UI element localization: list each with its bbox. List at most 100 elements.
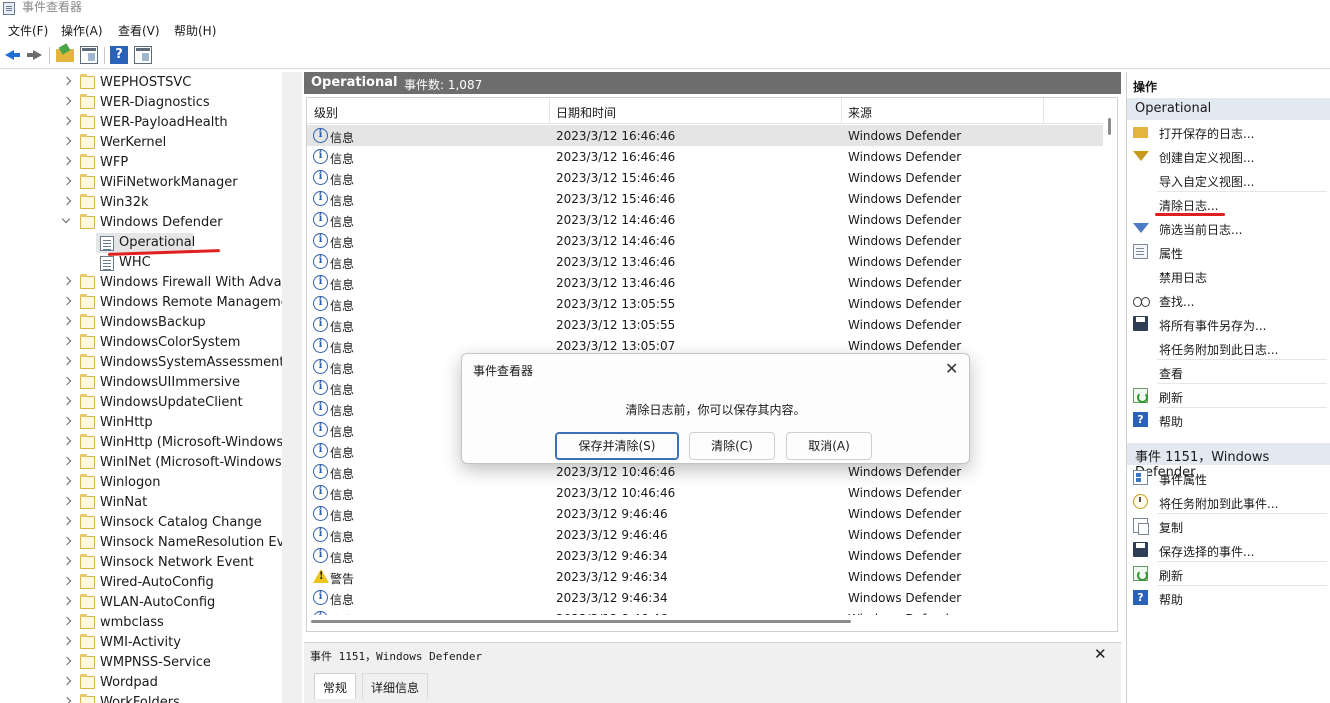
tree-item[interactable]: WerKernel: [0, 133, 282, 153]
column-divider[interactable]: [549, 98, 550, 124]
action-item[interactable]: 创建自定义视图...: [1127, 144, 1330, 168]
action-item[interactable]: 将任务附加到此事件...: [1127, 490, 1330, 514]
event-row[interactable]: i 信息 2023/3/12 13:05:55 Windows Defender: [307, 293, 1103, 314]
event-row[interactable]: 警告 2023/3/12 9:46:34 Windows Defender: [307, 566, 1103, 587]
event-row[interactable]: i 信息 2023/3/12 9:46:46 Windows Defender: [307, 524, 1103, 545]
event-row[interactable]: i 信息 2023/3/12 9:46:34 Windows Defender: [307, 545, 1103, 566]
tree-item[interactable]: Winlogon: [0, 473, 282, 493]
chevron-right-icon[interactable]: [62, 496, 72, 506]
chevron-right-icon[interactable]: [62, 536, 72, 546]
chevron-right-icon[interactable]: [62, 396, 72, 406]
tree-splitter[interactable]: [282, 72, 302, 703]
tree-item[interactable]: Win32k: [0, 193, 282, 213]
column-divider[interactable]: [841, 98, 842, 124]
clear-button[interactable]: 清除(C): [689, 432, 775, 460]
actions-section-log[interactable]: Operational: [1127, 98, 1330, 120]
chevron-right-icon[interactable]: [62, 656, 72, 666]
tree-item[interactable]: WEPHOSTSVC: [0, 73, 282, 93]
tree-item-whc[interactable]: WHC: [0, 253, 282, 273]
event-row[interactable]: i 信息 2023/3/12 10:46:46 Windows Defender: [307, 482, 1103, 503]
chevron-right-icon[interactable]: [62, 416, 72, 426]
chevron-right-icon[interactable]: [62, 436, 72, 446]
tree-item[interactable]: WindowsColorSystem: [0, 333, 282, 353]
action-item[interactable]: 复制: [1127, 514, 1330, 538]
tree-item[interactable]: Winsock NameResolution Even: [0, 533, 282, 553]
chevron-right-icon[interactable]: [62, 276, 72, 286]
action-item[interactable]: 将任务附加到此日志...: [1127, 336, 1330, 360]
action-item[interactable]: 将所有事件另存为...: [1127, 312, 1330, 336]
event-row[interactable]: i 信息 2023/3/12 15:46:46 Windows Defender: [307, 188, 1103, 209]
tab-details[interactable]: 详细信息: [362, 673, 429, 699]
action-item[interactable]: 导入自定义视图...: [1127, 168, 1330, 192]
help-icon[interactable]: ?: [110, 46, 128, 64]
tree-item[interactable]: WER-PayloadHealth: [0, 113, 282, 133]
back-arrow-icon[interactable]: [4, 46, 22, 64]
actions-section-event[interactable]: 事件 1151，Windows Defender: [1127, 443, 1330, 480]
action-item[interactable]: ? 帮助: [1127, 408, 1330, 432]
event-row[interactable]: i 信息 2023/3/12 9:46:46 Windows Defender: [307, 503, 1103, 524]
chevron-right-icon[interactable]: [62, 296, 72, 306]
chevron-right-icon[interactable]: [62, 376, 72, 386]
chevron-right-icon[interactable]: [62, 316, 72, 326]
chevron-right-icon[interactable]: [62, 156, 72, 166]
chevron-right-icon[interactable]: [62, 76, 72, 86]
column-header-level[interactable]: 级别: [314, 104, 338, 121]
column-divider[interactable]: [1043, 98, 1044, 124]
chevron-right-icon[interactable]: [62, 516, 72, 526]
tree-item[interactable]: Winsock Network Event: [0, 553, 282, 573]
tree-item[interactable]: WFP: [0, 153, 282, 173]
chevron-right-icon[interactable]: [62, 356, 72, 366]
event-row[interactable]: i 信息 2023/3/12 16:46:46 Windows Defender: [307, 125, 1103, 146]
tree-item[interactable]: WinINet (Microsoft-Windows-W: [0, 453, 282, 473]
up-folder-icon[interactable]: [56, 49, 74, 62]
action-item[interactable]: 查找...: [1127, 288, 1330, 312]
tree-item[interactable]: wmbclass: [0, 613, 282, 633]
tree-item[interactable]: Windows Remote Management: [0, 293, 282, 313]
horizontal-scrollbar[interactable]: [307, 615, 1103, 629]
action-item[interactable]: 打开保存的日志...: [1127, 120, 1330, 144]
show-hide-action-pane-icon[interactable]: [134, 46, 152, 64]
action-item[interactable]: 筛选当前日志...: [1127, 216, 1330, 240]
chevron-right-icon[interactable]: [62, 556, 72, 566]
scrollbar-thumb[interactable]: [311, 620, 851, 623]
tree-item[interactable]: WinHttp (Microsoft-Windows-W: [0, 433, 282, 453]
tree-item[interactable]: Wordpad: [0, 673, 282, 693]
event-row[interactable]: i 信息 2023/3/12 13:05:55 Windows Defender: [307, 314, 1103, 335]
cancel-button[interactable]: 取消(A): [786, 432, 872, 460]
action-item[interactable]: 保存选择的事件...: [1127, 538, 1330, 562]
tree-item[interactable]: WMPNSS-Service: [0, 653, 282, 673]
chevron-right-icon[interactable]: [62, 136, 72, 146]
event-row[interactable]: i 信息 2023/3/12 13:46:46 Windows Defender: [307, 272, 1103, 293]
action-item[interactable]: ? 帮助: [1127, 586, 1330, 610]
show-hide-tree-icon[interactable]: [80, 46, 98, 64]
action-item[interactable]: 禁用日志: [1127, 264, 1330, 288]
chevron-down-icon[interactable]: [61, 214, 71, 224]
tree-item-operational[interactable]: Operational: [0, 233, 282, 253]
tab-general[interactable]: 常规: [314, 673, 357, 699]
vertical-scrollbar[interactable]: [1103, 98, 1117, 631]
tree-item[interactable]: Wired-AutoConfig: [0, 573, 282, 593]
tree-item[interactable]: WindowsUIImmersive: [0, 373, 282, 393]
chevron-right-icon[interactable]: [62, 456, 72, 466]
action-item[interactable]: 事件属性: [1127, 466, 1330, 490]
chevron-right-icon[interactable]: [62, 636, 72, 646]
action-item[interactable]: 刷新: [1127, 384, 1330, 408]
chevron-right-icon[interactable]: [62, 476, 72, 486]
event-row[interactable]: i 信息 2023/3/12 9:46:34 Windows Defender: [307, 587, 1103, 608]
event-row[interactable]: i 信息 2023/3/12 16:46:46 Windows Defender: [307, 146, 1103, 167]
save-and-clear-button[interactable]: 保存并清除(S): [555, 432, 679, 460]
chevron-right-icon[interactable]: [62, 116, 72, 126]
tree-item[interactable]: WindowsSystemAssessmentToo: [0, 353, 282, 373]
close-icon[interactable]: ✕: [945, 359, 958, 378]
chevron-right-icon[interactable]: [62, 696, 72, 703]
chevron-right-icon[interactable]: [62, 196, 72, 206]
tree-item[interactable]: WindowsUpdateClient: [0, 393, 282, 413]
event-row[interactable]: i 信息 2023/3/12 13:46:46 Windows Defender: [307, 251, 1103, 272]
tree-item[interactable]: Windows Firewall With Advance: [0, 273, 282, 293]
tree-item[interactable]: Winsock Catalog Change: [0, 513, 282, 533]
tree-item[interactable]: WiFiNetworkManager: [0, 173, 282, 193]
event-row[interactable]: i 信息 2023/3/12 15:46:46 Windows Defender: [307, 167, 1103, 188]
scrollbar-thumb[interactable]: [1108, 118, 1111, 135]
tree-item[interactable]: WMI-Activity: [0, 633, 282, 653]
column-header-datetime[interactable]: 日期和时间: [556, 104, 616, 121]
